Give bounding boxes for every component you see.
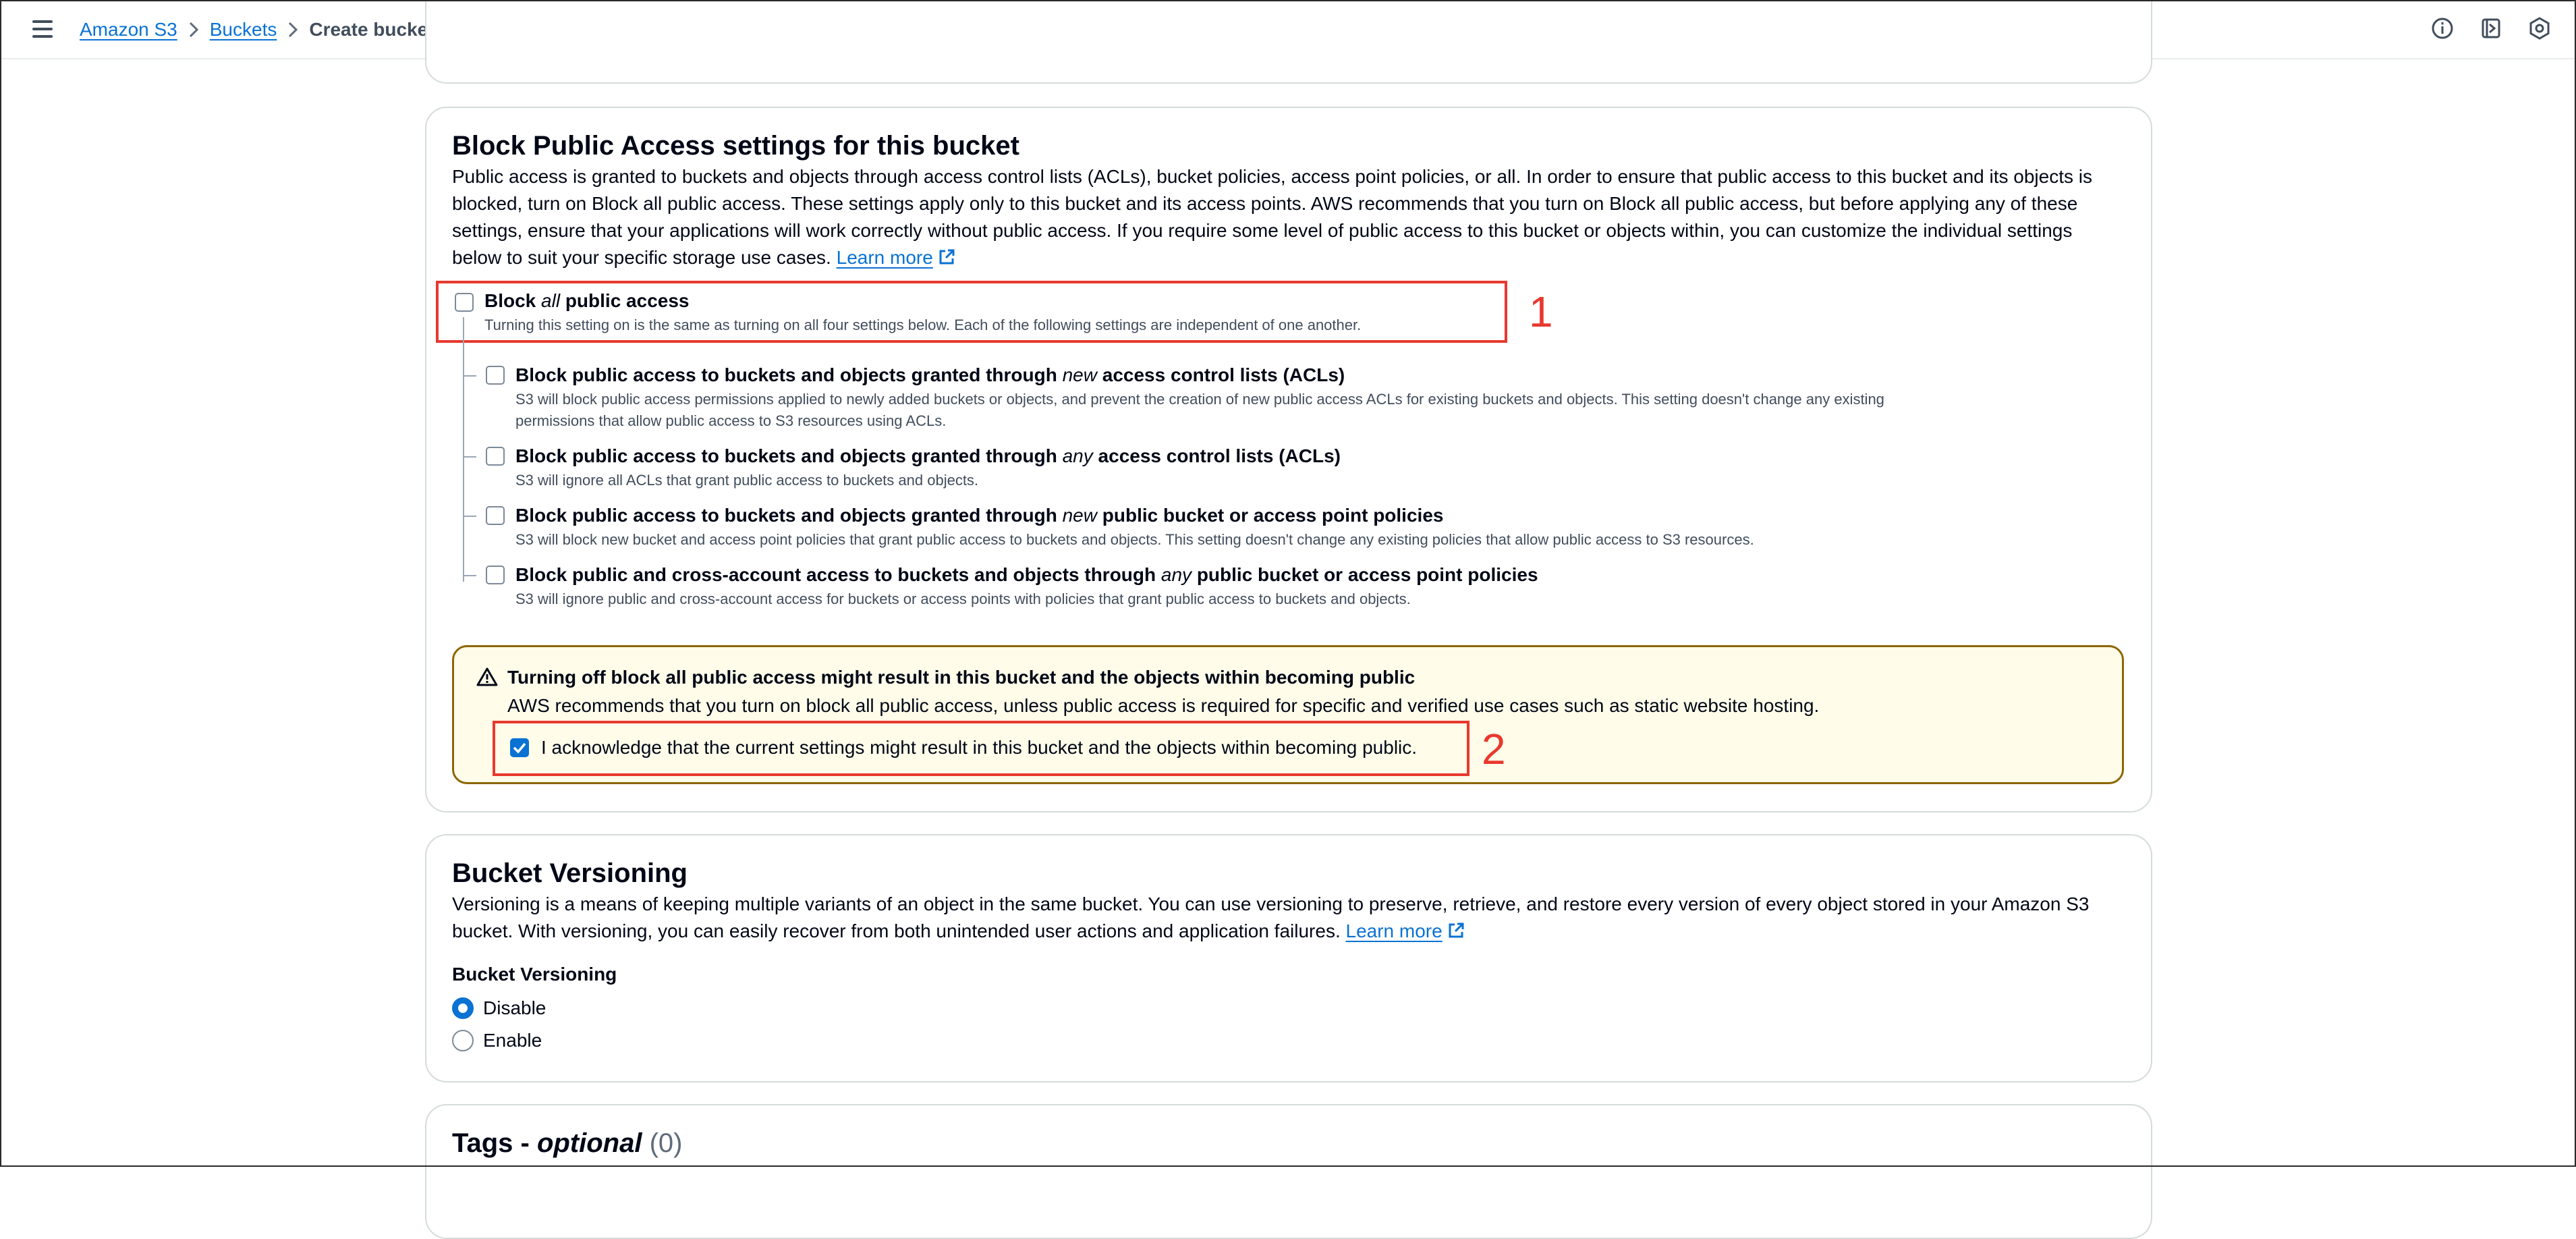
menu-hamburger-icon[interactable] [32, 19, 54, 39]
block-cross-account-checkbox[interactable] [486, 566, 505, 584]
annotation-number-1: 1 [1529, 287, 1553, 336]
block-new-acls-label[interactable]: Block public access to buckets and objec… [515, 363, 1345, 387]
block-cross-account-label[interactable]: Block public and cross-account access to… [515, 563, 1538, 587]
warning-body: AWS recommends that you turn on block al… [507, 695, 1820, 716]
tags-title: Tags - optional (0) [452, 1128, 683, 1158]
annotation-number-2: 2 [1482, 725, 1506, 773]
external-link-icon [1449, 923, 1464, 938]
block-new-acls-description: S3 will block public access permissions … [515, 391, 1884, 429]
tree-branch [463, 375, 476, 377]
tree-branch [463, 516, 476, 517]
block-public-access-description: Public access is granted to buckets and … [452, 163, 2125, 271]
bucket-versioning-title: Bucket Versioning [452, 858, 688, 888]
block-new-acls-checkbox[interactable] [486, 366, 505, 385]
description-line: below to suit your specific storage use … [452, 247, 831, 268]
description-line: Public access is granted to buckets and … [452, 166, 2092, 187]
description-line: Versioning is a means of keeping multipl… [452, 893, 2090, 914]
external-link-icon [939, 249, 955, 265]
block-new-policies-checkbox[interactable] [486, 506, 505, 525]
info-icon[interactable] [2430, 16, 2455, 40]
settings-hexagon-icon[interactable] [2527, 16, 2552, 40]
block-any-acls-description: S3 will ignore all ACLs that grant publi… [515, 472, 979, 489]
description-line: bucket. With versioning, you can easily … [452, 920, 1341, 941]
learn-more-link[interactable]: Learn more [837, 247, 933, 268]
tree-branch [463, 575, 476, 576]
block-public-access-title: Block Public Access settings for this bu… [452, 131, 1019, 161]
notifications-panel-icon[interactable] [2479, 16, 2503, 40]
tags-panel [425, 1104, 2152, 1239]
description-line: settings, ensure that your applications … [452, 220, 2073, 241]
versioning-enable-label[interactable]: Enable [483, 1027, 542, 1054]
block-new-policies-description: S3 will block new bucket and access poin… [515, 531, 1754, 548]
chevron-right-icon [177, 21, 210, 38]
description-line: blocked, turn on Block all public access… [452, 193, 2078, 214]
block-new-policies-label[interactable]: Block public access to buckets and objec… [515, 503, 1443, 528]
breadcrumb-amazon-s3[interactable]: Amazon S3 [80, 18, 177, 42]
bucket-versioning-field-label: Bucket Versioning [452, 964, 617, 985]
versioning-learn-more-link[interactable]: Learn more [1346, 920, 1443, 941]
tree-connector [463, 317, 464, 582]
versioning-enable-radio[interactable] [452, 1030, 474, 1051]
block-any-acls-checkbox[interactable] [486, 447, 505, 466]
chevron-right-icon [277, 21, 309, 38]
annotation-box-1 [436, 281, 1507, 343]
tags-count: (0) [649, 1128, 683, 1158]
breadcrumb-current: Create bucket [309, 19, 435, 40]
versioning-disable-label[interactable]: Disable [483, 995, 546, 1022]
breadcrumb-buckets[interactable]: Buckets [210, 18, 277, 42]
bucket-versioning-description: Versioning is a means of keeping multipl… [452, 891, 2125, 945]
block-cross-account-description: S3 will ignore public and cross-account … [515, 590, 1411, 607]
versioning-disable-radio[interactable] [452, 997, 474, 1019]
annotation-box-2 [493, 721, 1469, 776]
tree-branch [463, 456, 476, 458]
breadcrumb: Amazon S3 Buckets Create bucket [80, 18, 435, 42]
previous-section-panel [425, 0, 2152, 84]
warning-icon [476, 667, 498, 690]
block-any-acls-label[interactable]: Block public access to buckets and objec… [515, 444, 1341, 468]
warning-title: Turning off block all public access migh… [507, 667, 1416, 688]
